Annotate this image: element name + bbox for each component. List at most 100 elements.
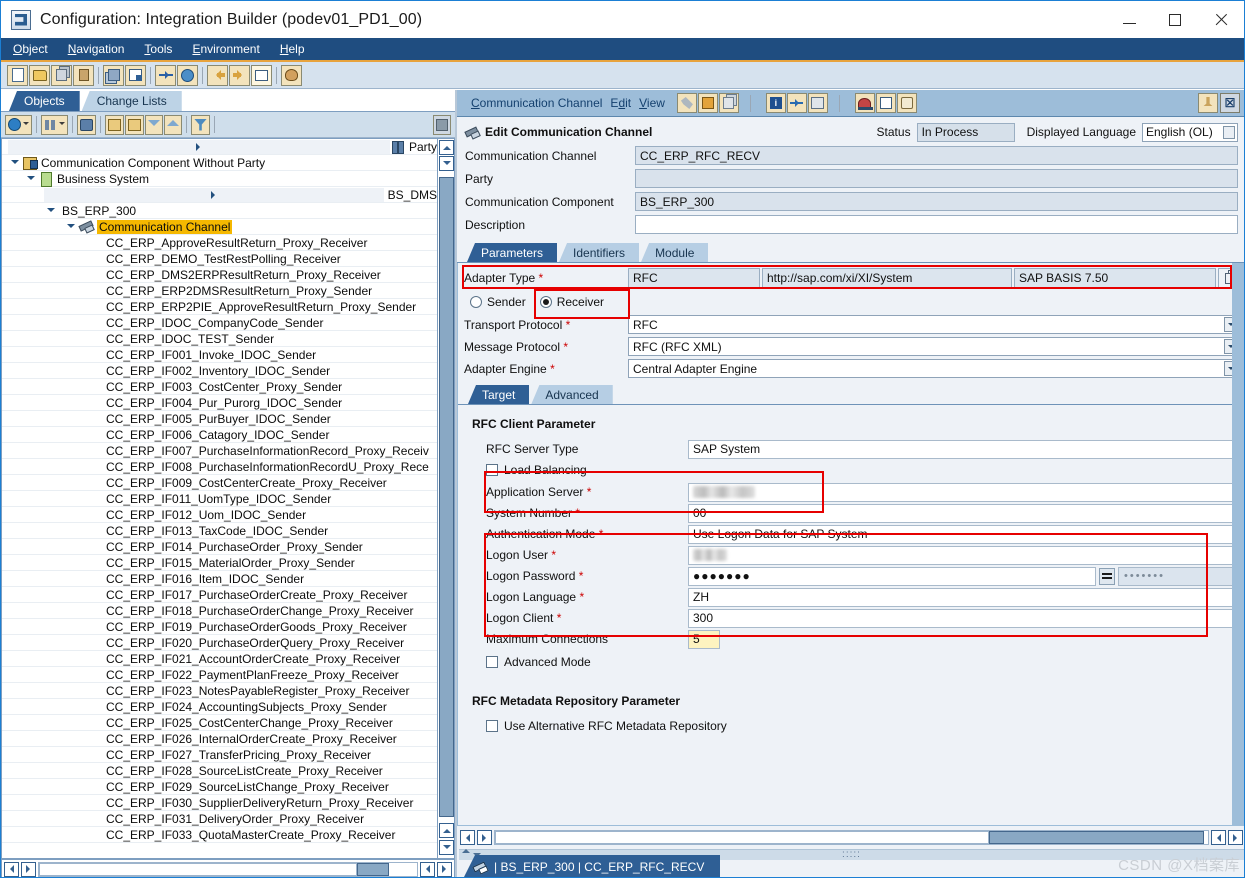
list-item[interactable]: CC_ERP_ERP2DMSResultReturn_Proxy_Sender	[2, 283, 437, 299]
forward-button[interactable]	[229, 64, 250, 86]
delete-button[interactable]	[73, 64, 94, 86]
horizontal-scroll-track[interactable]	[38, 861, 418, 877]
list-item[interactable]: CC_ERP_IF029_SourceListChange_Proxy_Rece…	[2, 779, 437, 795]
arrow-up-icon[interactable]	[462, 845, 470, 853]
copy-pages-button[interactable]	[718, 93, 739, 113]
cache-button[interactable]	[854, 93, 875, 113]
radio-sender-dot[interactable]	[470, 296, 482, 308]
menu-item-environment[interactable]: Environment	[192, 42, 259, 56]
form-scroll-left-button[interactable]	[460, 830, 475, 845]
tree-item-bs-dms[interactable]: BS_DMS	[2, 187, 437, 203]
advanced-mode-checkbox[interactable]	[486, 656, 498, 668]
tree-item-party[interactable]: Party	[2, 139, 437, 155]
list-item[interactable]: CC_ERP_IF006_Catagory_IDOC_Sender	[2, 427, 437, 443]
radio-receiver-dot[interactable]	[539, 296, 552, 308]
menu-communication-channel[interactable]: Communication Channel	[471, 96, 602, 110]
use-alternative-repository-row[interactable]: Use Alternative RFC Metadata Repository	[472, 716, 1238, 736]
copy-button[interactable]	[51, 64, 72, 86]
list-item[interactable]: CC_ERP_IF027_TransferPricing_Proxy_Recei…	[2, 747, 437, 763]
tab-parameters[interactable]: Parameters	[467, 243, 558, 262]
list-item[interactable]: CC_ERP_IF003_CostCenter_Proxy_Sender	[2, 379, 437, 395]
form-scroll-right-button[interactable]	[1211, 830, 1226, 845]
load-balancing-row[interactable]: Load Balancing	[472, 460, 1238, 480]
tree-vertical-scrollbar[interactable]	[437, 139, 454, 858]
list-item[interactable]: CC_ERP_IF014_PurchaseOrder_Proxy_Sender	[2, 539, 437, 555]
menu-view[interactable]: View	[639, 96, 665, 110]
close-button[interactable]	[1198, 1, 1244, 38]
list-item[interactable]: CC_ERP_IF026_InternalOrderCreate_Proxy_R…	[2, 731, 437, 747]
adapter-namespace-value[interactable]: http://sap.com/xi/XI/System	[762, 268, 1012, 288]
list-item[interactable]: CC_ERP_IF030_SupplierDeliveryReturn_Prox…	[2, 795, 437, 811]
form-scroll-track[interactable]	[494, 830, 1209, 845]
expand-tree-button[interactable]	[105, 114, 124, 135]
history-button[interactable]	[896, 93, 917, 113]
tab-change-lists[interactable]: Change Lists	[81, 91, 182, 111]
list-item[interactable]: CC_ERP_DEMO_TestRestPolling_Receiver	[2, 251, 437, 267]
list-item[interactable]: CC_ERP_IF018_PurchaseOrderChange_Proxy_R…	[2, 603, 437, 619]
language-select[interactable]: English (OL)	[1142, 122, 1238, 142]
logon-user-field[interactable]	[688, 545, 1238, 565]
list-item[interactable]: CC_ERP_IF033_QuotaMasterCreate_Proxy_Rec…	[2, 827, 437, 843]
refresh-button[interactable]	[5, 114, 32, 135]
adapter-software-component-value[interactable]: SAP BASIS 7.50	[1014, 268, 1216, 288]
form-horizontal-scrollbar[interactable]	[460, 828, 1243, 847]
help-button[interactable]	[177, 64, 198, 86]
description-field[interactable]	[635, 215, 1238, 234]
tree-item-bs-erp-300[interactable]: BS_ERP_300	[2, 203, 437, 219]
communication-component-field[interactable]: BS_ERP_300	[635, 192, 1238, 211]
logon-password-field[interactable]: ●●●●●●●	[688, 566, 1096, 586]
list-item[interactable]: CC_ERP_IF004_Pur_Purorg_IDOC_Sender	[2, 395, 437, 411]
application-server-field[interactable]	[688, 482, 1238, 502]
menu-edit[interactable]: Edit	[610, 96, 631, 110]
tree-item-business-system[interactable]: Business System	[2, 171, 437, 187]
collapse-chevron-icon[interactable]	[64, 220, 78, 234]
menu-item-object[interactable]: Object	[13, 42, 48, 56]
horizontal-scroll-thumb[interactable]	[39, 862, 357, 876]
menu-item-help[interactable]: Help	[280, 42, 305, 56]
list-item[interactable]: CC_ERP_IDOC_TEST_Sender	[2, 331, 437, 347]
dropdown-icon[interactable]	[1223, 125, 1235, 139]
scroll-up-button[interactable]	[439, 140, 454, 155]
advanced-mode-row[interactable]: Advanced Mode	[472, 652, 1238, 672]
filter-button[interactable]	[191, 114, 210, 135]
logon-password-confirm-field[interactable]: •••••••	[1118, 566, 1238, 586]
logon-client-field[interactable]: 300	[688, 608, 1238, 628]
list-item[interactable]: CC_ERP_IF021_AccountOrderCreate_Proxy_Re…	[2, 651, 437, 667]
list-item[interactable]: CC_ERP_IF031_DeliveryOrder_Proxy_Receive…	[2, 811, 437, 827]
tree-item-communication-channel[interactable]: Communication Channel	[2, 219, 437, 235]
authentication-mode-field[interactable]: Use Logon Data for SAP System	[688, 524, 1238, 544]
scroll-up-button-bottom[interactable]	[439, 823, 454, 838]
move-up-button[interactable]	[164, 114, 182, 135]
open-button[interactable]	[29, 64, 50, 86]
overview-button[interactable]	[251, 64, 272, 86]
adapter-engine-select[interactable]: Central Adapter Engine	[628, 359, 1240, 378]
where-used-button-2[interactable]	[786, 93, 807, 113]
stop-button[interactable]	[433, 114, 451, 135]
scroll-left-button-2[interactable]	[21, 861, 36, 877]
list-item[interactable]: CC_ERP_IF019_PurchaseOrderGoods_Proxy_Re…	[2, 619, 437, 635]
activate-button[interactable]	[125, 64, 146, 86]
collapse-chevron-icon[interactable]	[44, 204, 58, 218]
list-item[interactable]: CC_ERP_IF020_PurchaseOrderQuery_Proxy_Re…	[2, 635, 437, 651]
back-button[interactable]	[207, 64, 228, 86]
expand-chevron-icon[interactable]	[44, 187, 384, 202]
scroll-down-button-bottom[interactable]	[439, 840, 454, 855]
scroll-left-button[interactable]	[4, 861, 19, 877]
rfc-server-type-value[interactable]: SAP System	[688, 439, 1238, 459]
menu-item-navigation[interactable]: Navigation	[68, 42, 125, 56]
system-number-field[interactable]: 00	[688, 503, 1238, 523]
form-vertical-scrollbar[interactable]	[1232, 263, 1244, 825]
message-protocol-select[interactable]: RFC (RFC XML)	[628, 337, 1240, 356]
form-scroll-thumb[interactable]	[989, 831, 1204, 844]
list-item[interactable]: CC_ERP_IF007_PurchaseInformationRecord_P…	[2, 443, 437, 459]
scroll-right-button[interactable]	[420, 861, 435, 877]
list-item[interactable]: CC_ERP_IF011_UomType_IDOC_Sender	[2, 491, 437, 507]
move-down-button[interactable]	[145, 114, 163, 135]
party-field[interactable]	[635, 169, 1238, 188]
tree-item-communication-component-without-party[interactable]: Communication Component Without Party	[2, 155, 437, 171]
scroll-down-button[interactable]	[439, 156, 454, 171]
horizontal-scroll-thumb-filled[interactable]	[357, 862, 389, 876]
expand-chevron-icon[interactable]	[8, 139, 390, 154]
adapter-type-value[interactable]: RFC	[628, 268, 760, 288]
info-button[interactable]: i	[765, 93, 786, 113]
